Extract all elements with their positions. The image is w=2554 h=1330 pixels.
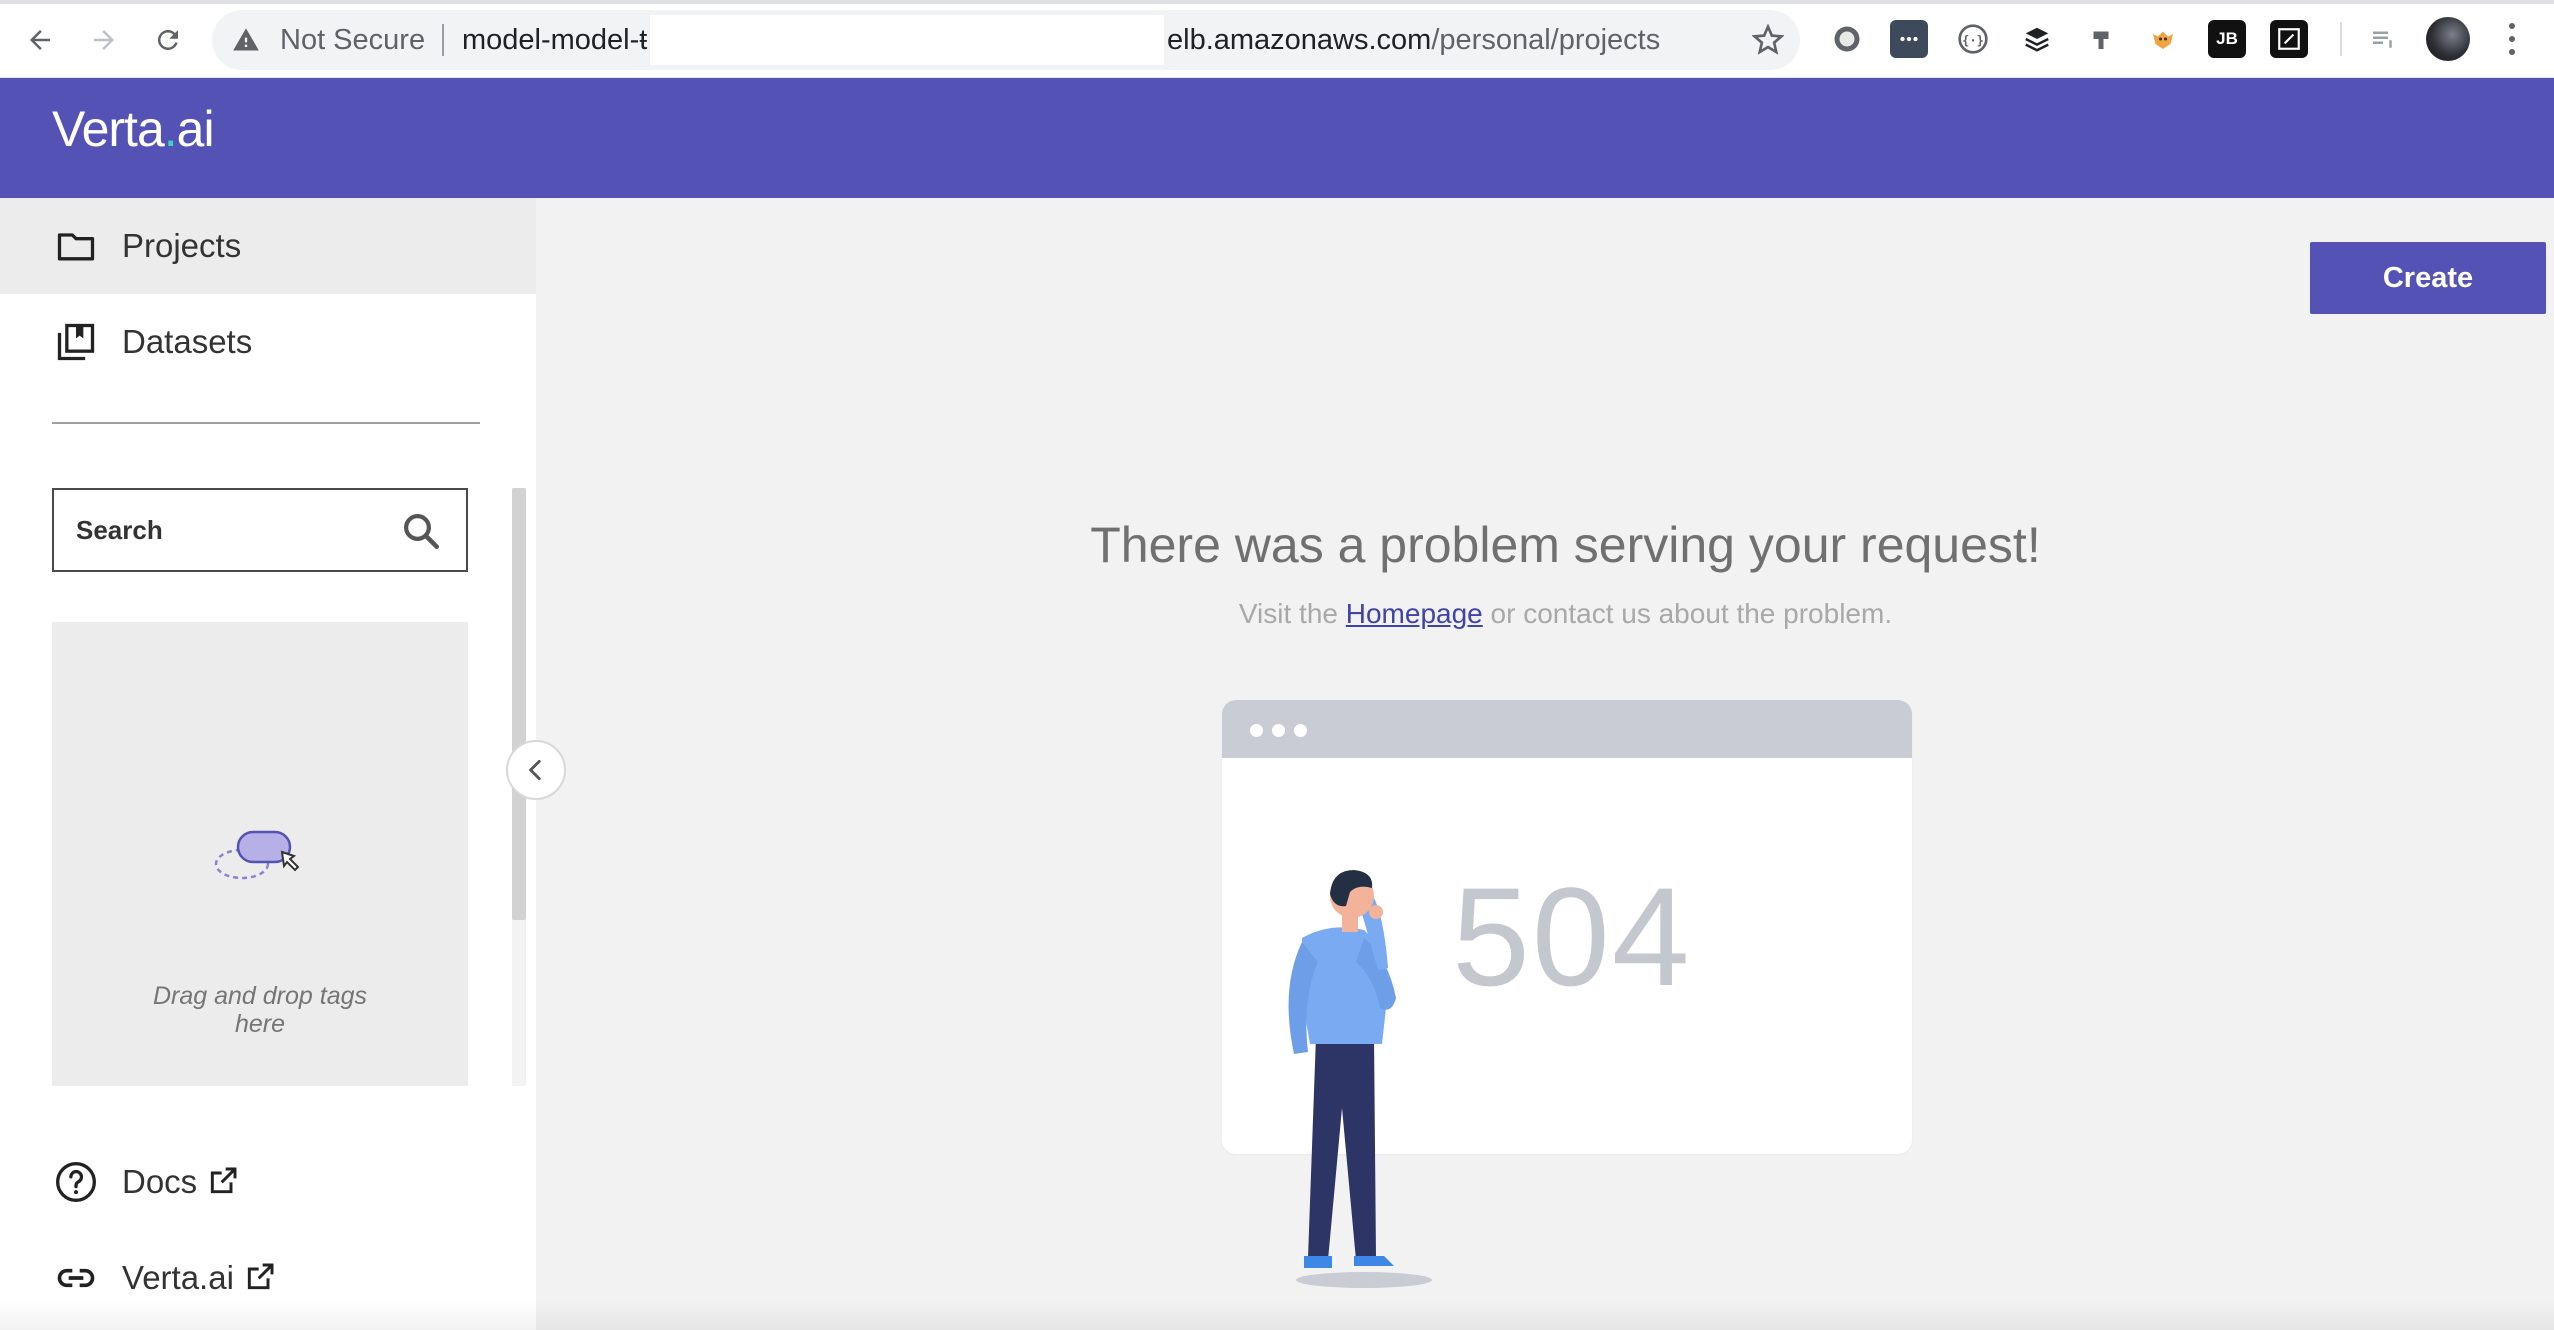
sidebar-collapse-button[interactable]	[506, 740, 566, 800]
url-host-path: elb.amazonaws.com/personal/projects	[1167, 24, 1660, 57]
homepage-link[interactable]: Homepage	[1346, 598, 1483, 629]
error-title: There was a problem serving your request…	[1090, 517, 2041, 573]
error-subtitle: Visit the Homepage or contact us about t…	[536, 598, 2554, 630]
logo-main: Verta	[52, 101, 165, 157]
url-host: elb.amazonaws.com	[1167, 24, 1432, 56]
verta-logo[interactable]: Verta.ai	[52, 100, 215, 158]
security-status[interactable]: Not Secure	[280, 24, 425, 57]
browser-toolbar: Not Secure model-model-ŧ elb.amazonaws.c…	[0, 0, 2554, 78]
browser-menu-button[interactable]	[2500, 20, 2524, 58]
sidebar-scrollbar-thumb[interactable]	[512, 488, 526, 920]
tag-drop-text-line2: here	[234, 1010, 286, 1038]
json-formatter-icon[interactable]: {·}	[1954, 20, 1992, 58]
docs-link-label: Docs	[122, 1163, 239, 1201]
external-link-icon	[211, 1167, 237, 1194]
create-button[interactable]: Create	[2310, 242, 2546, 314]
fox-icon[interactable]	[2144, 20, 2182, 58]
address-bar[interactable]: Not Secure model-model-ŧ elb.amazonaws.c…	[212, 10, 1800, 70]
buffer-icon[interactable]	[2018, 20, 2056, 58]
svg-text:{·}: {·}	[1962, 33, 1984, 47]
logo-tail: ai	[176, 101, 215, 157]
help-circle-icon	[56, 1162, 96, 1202]
main-content: Create There was a problem serving your …	[536, 198, 2554, 1330]
error-code: 504	[1452, 858, 1692, 1015]
datasets-icon	[57, 323, 95, 361]
omnibox-separator	[442, 24, 444, 56]
error-sub-after: or contact us about the problem.	[1482, 598, 1893, 629]
thinking-person-illustration	[1288, 870, 1432, 1288]
more-dots-extension-icon[interactable]	[1890, 20, 1928, 58]
app-header: Verta.ai	[0, 78, 2554, 198]
verta-link-label: Verta.ai	[122, 1259, 276, 1297]
window-bottom-shadow	[0, 1300, 2554, 1330]
arrow-left-icon	[30, 30, 50, 50]
pen-icon[interactable]	[2270, 20, 2308, 58]
sidebar-item-datasets[interactable]: Datasets	[0, 294, 536, 390]
external-link-icon	[247, 1263, 274, 1290]
reader-icon[interactable]	[2364, 20, 2402, 58]
chevron-left-icon	[529, 759, 541, 781]
url-path: /personal/projects	[1431, 24, 1661, 56]
pin-icon[interactable]	[2082, 20, 2120, 58]
search-input[interactable]	[76, 510, 376, 550]
error-sub-before: Visit the	[1238, 598, 1346, 629]
sidebar: Projects Datasets Drag and drop tags her…	[0, 198, 536, 1330]
sidebar-item-label: Datasets	[122, 323, 253, 360]
tag-drop-text-line1: Drag and drop tags	[152, 982, 368, 1010]
logo-dot: .	[163, 101, 178, 157]
url-prefix: model-model-ŧ	[462, 24, 648, 56]
back-button[interactable]	[18, 18, 62, 62]
illustration-window-bar	[1222, 700, 1912, 758]
github-icon[interactable]	[1828, 20, 1866, 58]
jb-icon[interactable]: JB	[2208, 20, 2246, 58]
url-redaction	[650, 15, 1164, 65]
link-icon	[57, 1268, 95, 1288]
forward-button[interactable]	[82, 18, 126, 62]
drag-tag-icon	[214, 830, 300, 880]
sidebar-link-docs[interactable]: Docs	[0, 1134, 536, 1230]
docs-label-text: Docs	[122, 1163, 198, 1200]
verta-label-text: Verta.ai	[122, 1259, 234, 1296]
sidebar-divider	[52, 422, 480, 424]
reload-icon	[157, 29, 178, 50]
tab-strip-edge	[0, 0, 2554, 4]
sidebar-item-label: Projects	[122, 227, 242, 264]
sidebar-item-projects[interactable]: Projects	[0, 198, 536, 294]
search-icon[interactable]	[400, 510, 442, 552]
tag-drop-zone[interactable]: Drag and drop tags here	[52, 622, 468, 1086]
folder-icon	[57, 233, 95, 261]
reload-button[interactable]	[146, 18, 190, 62]
toolbar-divider	[2340, 22, 2342, 56]
arrow-right-icon	[94, 30, 114, 50]
profile-avatar[interactable]	[2426, 17, 2470, 61]
tag-search-box[interactable]	[52, 488, 468, 572]
bookmark-star-icon[interactable]	[1752, 24, 1784, 56]
warning-icon	[233, 28, 259, 51]
